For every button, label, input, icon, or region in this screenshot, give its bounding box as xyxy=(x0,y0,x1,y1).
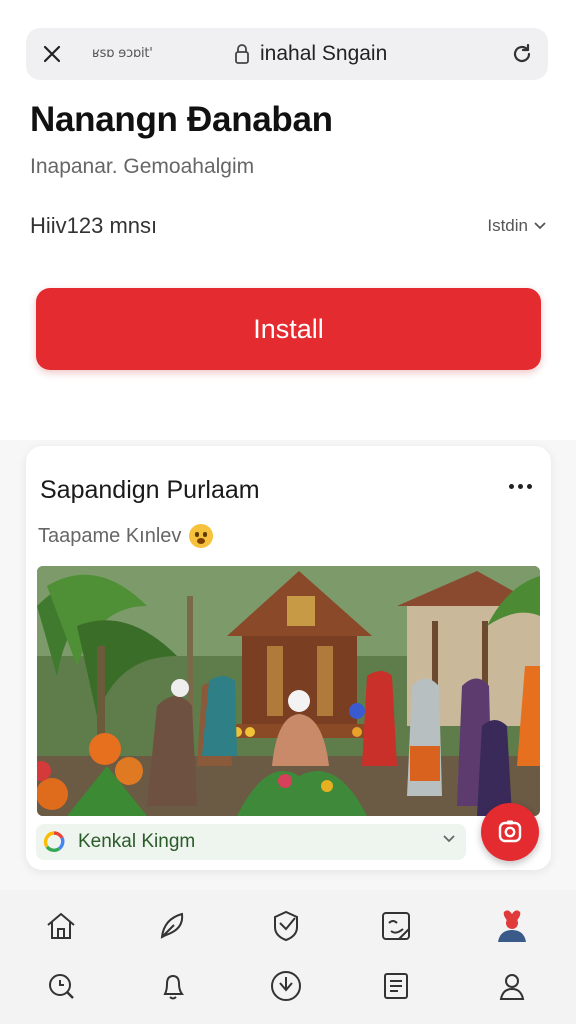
meta-dropdown-label: Istdin xyxy=(487,216,528,235)
location-tag-label: Kenkal Kingm xyxy=(78,831,196,852)
post-card: Sapandign Purlaam Taapame Kınlev Kenkal … xyxy=(26,446,551,870)
bell-icon[interactable] xyxy=(149,962,197,1010)
close-icon[interactable] xyxy=(32,34,72,74)
search-icon[interactable] xyxy=(37,962,85,1010)
chevron-down-icon xyxy=(443,835,455,843)
lock-icon xyxy=(234,43,250,65)
reload-icon[interactable] xyxy=(504,36,540,72)
post-image[interactable] xyxy=(37,566,540,816)
g-logo-icon xyxy=(43,831,65,852)
app-title: Nanangn Ɖanaban xyxy=(30,100,333,139)
camera-fab-button[interactable] xyxy=(481,803,539,861)
sticker-icon[interactable] xyxy=(372,902,420,950)
camera-icon xyxy=(498,820,522,843)
card-subtitle: Taapame Kınlev xyxy=(38,524,182,547)
chevron-down-icon xyxy=(534,222,546,230)
home-icon[interactable] xyxy=(37,902,85,950)
app-subtitle: Inapanar. Gemoahalgim xyxy=(30,155,255,178)
meta-dropdown[interactable]: Istdin xyxy=(487,216,546,236)
shield-icon[interactable] xyxy=(262,902,310,950)
heart-avatar-icon[interactable] xyxy=(488,902,536,950)
feather-icon[interactable] xyxy=(149,902,197,950)
app-meta-info: Hiiv123 mnsı xyxy=(30,213,158,238)
url-prefix: ʁsɒ ɘɔɒit' xyxy=(92,46,153,61)
document-icon[interactable] xyxy=(372,962,420,1010)
emoji-icon xyxy=(189,524,214,548)
install-button[interactable]: Install xyxy=(36,288,541,370)
person-icon[interactable] xyxy=(488,962,536,1010)
nav-row-primary xyxy=(0,902,576,956)
card-subtitle-row: Taapame Kınlev xyxy=(38,524,214,548)
nav-row-secondary xyxy=(0,962,576,1016)
download-icon[interactable] xyxy=(262,962,310,1010)
address-bar[interactable]: ʁsɒ ɘɔɒit' inahal Sngain xyxy=(26,28,548,80)
more-dots-icon[interactable] xyxy=(503,474,537,498)
bottom-nav xyxy=(0,890,576,1024)
card-title: Sapandign Purlaam xyxy=(40,476,260,504)
url-title[interactable]: inahal Sngain xyxy=(260,42,387,66)
location-tag[interactable]: Kenkal Kingm xyxy=(36,824,466,860)
